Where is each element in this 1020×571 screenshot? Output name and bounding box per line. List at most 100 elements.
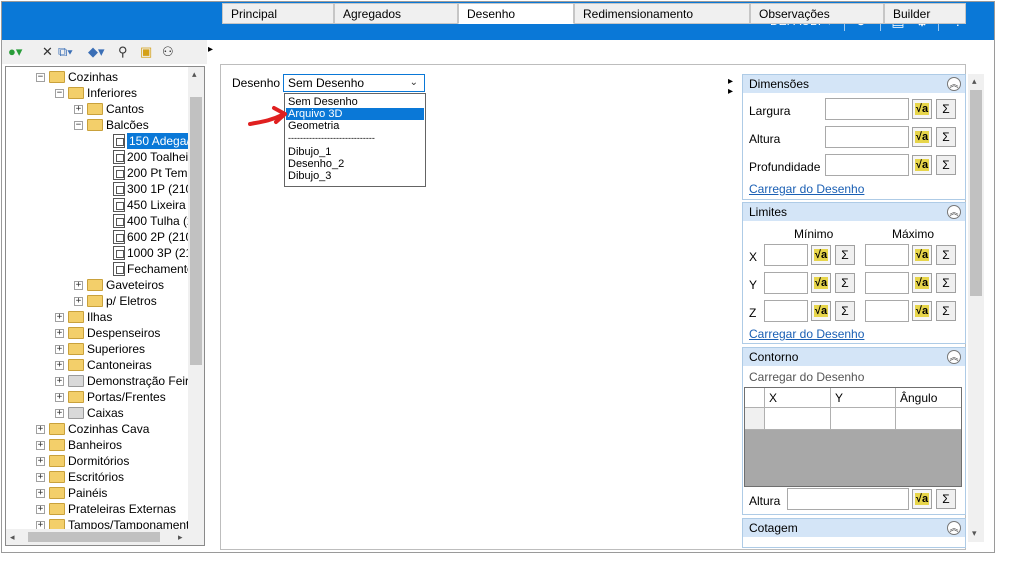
expand-node-icon[interactable]: + [36,489,45,498]
dropdown-option[interactable]: Dibujo_1 [286,146,424,158]
tab-redimensionamento[interactable]: Redimensionamento [574,3,750,24]
tree-vertical-scrollbar[interactable]: ▴ [188,67,204,531]
delete-icon[interactable]: ✕ [42,43,53,61]
y-min-input[interactable] [764,272,808,294]
collapse-icon[interactable]: ︽ [947,205,961,219]
formula-button[interactable]: √a [912,273,932,293]
x-max-input[interactable] [865,244,909,266]
formula-button[interactable]: √a [912,155,932,175]
scroll-down-icon[interactable]: ▾ [972,528,977,539]
z-max-input[interactable] [865,300,909,322]
folder-action-icon[interactable]: ▣ [140,43,152,61]
collapse-node-icon[interactable]: − [36,73,45,82]
expand-node-icon[interactable]: + [36,473,45,482]
sum-button[interactable]: Σ [936,489,956,509]
collapse-node-icon[interactable]: − [74,121,83,130]
table-row[interactable] [745,408,961,430]
formula-button[interactable]: √a [912,127,932,147]
expand-node-icon[interactable]: + [36,457,45,466]
formula-button[interactable]: √a [811,301,831,321]
cell-angulo[interactable] [896,408,961,429]
tree-item[interactable]: 200 Toalheir [6,149,192,165]
tree-item[interactable]: + Painéis [6,485,188,501]
tree-item[interactable]: + Despenseiros [6,325,188,341]
expand-node-icon[interactable]: + [55,345,64,354]
tree-item[interactable]: 200 Pt Temp [6,165,194,181]
copy-icon[interactable]: ⧉▾ [58,43,73,61]
tree-item[interactable]: + Escritórios [6,469,188,485]
tab-desenho[interactable]: Desenho [458,3,574,24]
expand-node-icon[interactable]: + [36,425,45,434]
tree-item[interactable]: + Cantoneiras [6,357,188,373]
expand-node-icon[interactable]: + [36,441,45,450]
altura-input[interactable] [825,126,909,148]
carregar-desenho-link[interactable]: Carregar do Desenho [749,182,864,196]
dropdown-option[interactable]: Desenho_2 [286,158,424,170]
tree-item[interactable]: + Demonstração Feira [6,373,196,389]
contorno-altura-input[interactable] [787,488,909,510]
scroll-up-icon[interactable]: ▴ [972,76,977,87]
carregar-desenho-text[interactable]: Carregar do Desenho [749,370,864,384]
cell-x[interactable] [765,408,831,429]
tree-item[interactable]: 1000 3P (21 [6,245,192,261]
tree-item[interactable]: + Caixas [6,405,188,421]
add-icon[interactable]: ●▾ [8,43,22,61]
z-min-input[interactable] [764,300,808,322]
expand-node-icon[interactable]: + [74,281,83,290]
sum-button[interactable]: Σ [936,301,956,321]
tree-item[interactable]: + Cozinhas Cava [6,421,188,437]
collapse-icon[interactable]: ︽ [947,77,961,91]
dropdown-option-highlighted[interactable]: Arquivo 3D [286,108,424,120]
tab-observacoes[interactable]: Observações [750,3,884,24]
sum-button[interactable]: Σ [936,127,956,147]
formula-button[interactable]: √a [811,245,831,265]
expand-node-icon[interactable]: + [55,377,64,386]
sum-button[interactable]: Σ [936,99,956,119]
cell-y[interactable] [831,408,896,429]
scroll-up-icon[interactable]: ▴ [192,69,197,80]
formula-button[interactable]: √a [811,273,831,293]
tree-item[interactable]: + Superiores [6,341,188,357]
y-max-input[interactable] [865,272,909,294]
x-min-input[interactable] [764,244,808,266]
expand-right-icon[interactable]: ▸ [728,86,733,97]
sum-button[interactable]: Σ [835,301,855,321]
scroll-right-icon[interactable]: ▸ [178,532,183,543]
scroll-left-icon[interactable]: ◂ [10,532,15,543]
tree-item[interactable]: − Cozinhas [6,69,188,85]
row-selector[interactable] [745,408,765,429]
tree-item[interactable]: 150 Adega/N [6,133,201,149]
collapse-node-icon[interactable]: − [55,89,64,98]
tree-item[interactable]: + Prateleiras Externas [6,501,188,517]
panel-vertical-scrollbar[interactable]: ▴ ▾ [968,74,984,542]
tree-item[interactable]: 400 Tulha (2 [6,213,194,229]
tree-item[interactable]: + Dormitórios [6,453,188,469]
tree-item[interactable]: + Portas/Frentes [6,389,188,405]
profundidade-input[interactable] [825,154,909,176]
scroll-thumb[interactable] [190,97,202,365]
tree-item[interactable]: − Inferiores [6,85,188,101]
column-y[interactable]: Y [831,388,896,407]
tree-item[interactable]: + Cantos [6,101,188,117]
formula-button[interactable]: √a [912,245,932,265]
expand-node-icon[interactable]: + [55,393,64,402]
tree-item[interactable]: − Balcões [6,117,188,133]
formula-button[interactable]: √a [912,489,932,509]
tab-builder[interactable]: Builder [884,3,966,24]
sum-button[interactable]: Σ [835,245,855,265]
sum-button[interactable]: Σ [936,273,956,293]
dropdown-option[interactable]: Sem Desenho [286,96,424,108]
sum-button[interactable]: Σ [835,273,855,293]
collapse-left-icon[interactable]: ▸ [208,44,213,55]
dropdown-option[interactable]: Geometria [286,120,424,132]
formula-button[interactable]: √a [912,301,932,321]
tree-item[interactable]: Fechamento [6,261,194,277]
contorno-grid[interactable]: X Y Ângulo [744,387,962,487]
expand-node-icon[interactable]: + [55,409,64,418]
largura-input[interactable] [825,98,909,120]
column-angulo[interactable]: Ângulo [896,388,961,407]
expand-node-icon[interactable]: + [55,361,64,370]
carregar-desenho-link[interactable]: Carregar do Desenho [749,327,864,341]
find-icon[interactable]: ⚲ [118,43,128,61]
expand-node-icon[interactable]: + [55,329,64,338]
